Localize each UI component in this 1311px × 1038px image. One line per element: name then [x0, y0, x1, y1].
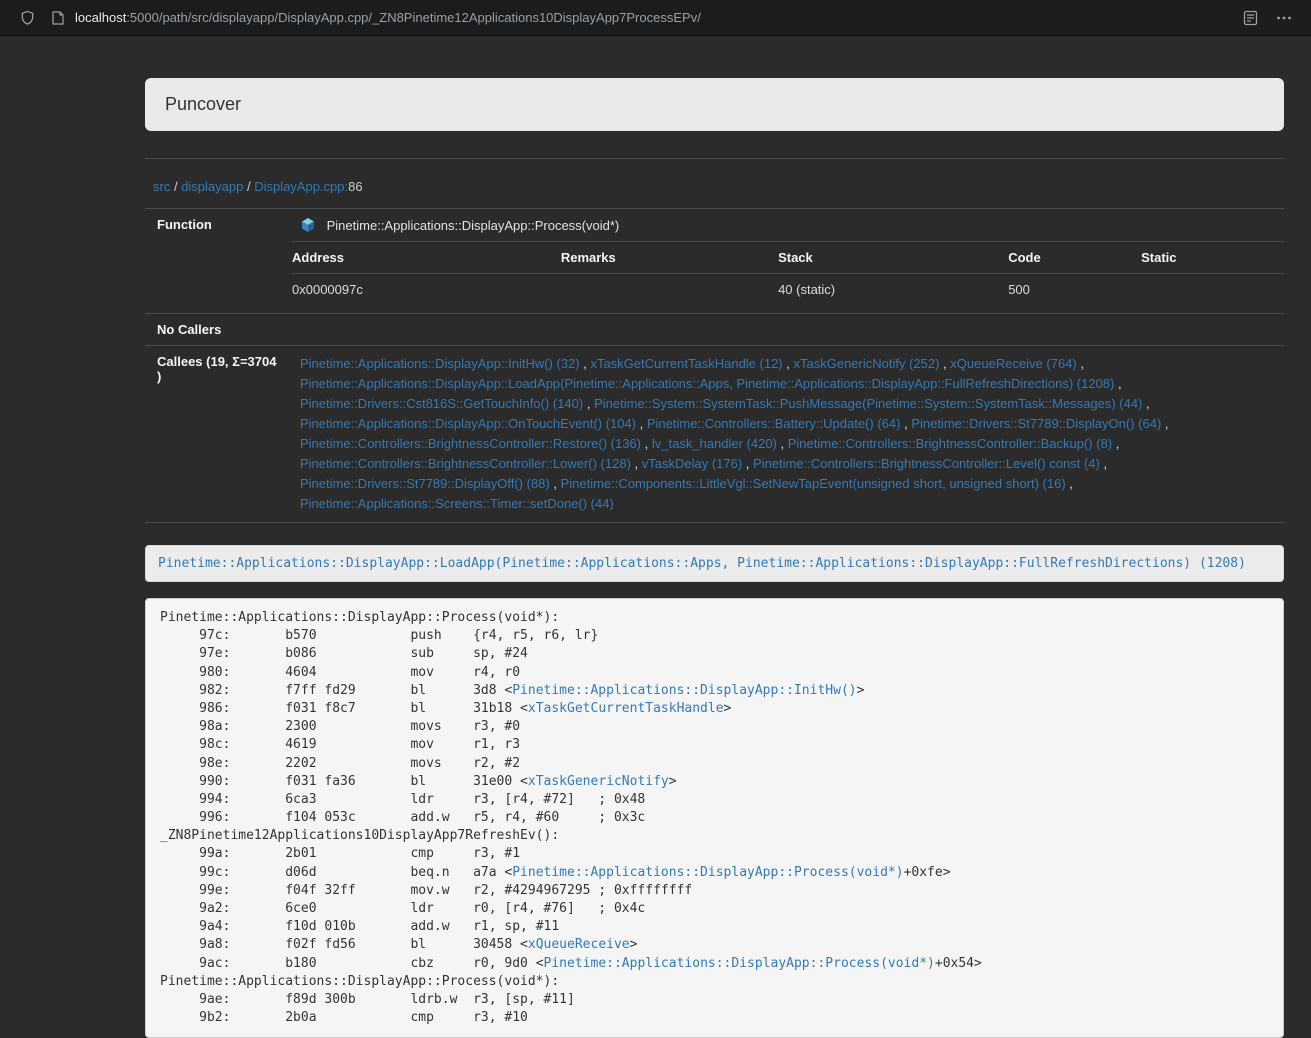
- callee-link[interactable]: Pinetime::Drivers::Cst816S::GetTouchInfo…: [300, 396, 583, 411]
- page-icon: [50, 7, 66, 29]
- menu-icon[interactable]: [1273, 7, 1295, 29]
- metrics-table: Address Remarks Stack Code Static 0x0000…: [292, 241, 1284, 305]
- callee-link[interactable]: xQueueReceive (764): [950, 356, 1076, 371]
- callee-link[interactable]: Pinetime::Controllers::BrightnessControl…: [788, 436, 1112, 451]
- column-code: Code: [1008, 242, 1141, 274]
- url-host: localhost: [75, 10, 126, 25]
- function-label: Function: [145, 209, 292, 314]
- callee-panel-heading-link[interactable]: Pinetime::Applications::DisplayApp::Load…: [158, 556, 1246, 571]
- callee-link[interactable]: Pinetime::Components::LittleVgl::SetNewT…: [561, 476, 1066, 491]
- callee-link[interactable]: xTaskGetCurrentTaskHandle (12): [590, 356, 782, 371]
- remarks-value: [561, 274, 778, 306]
- page-container: Puncover src / displayapp / DisplayApp.c…: [145, 78, 1284, 1038]
- address-value: 0x0000097c: [292, 274, 561, 306]
- metrics-header-row: Address Remarks Stack Code Static: [292, 242, 1284, 274]
- code-symbol-link[interactable]: xTaskGenericNotify: [528, 774, 669, 789]
- callee-link[interactable]: Pinetime::Applications::Screens::Timer::…: [300, 496, 614, 511]
- no-callers-row: No Callers: [145, 314, 1284, 346]
- stack-value: 40 (static): [778, 274, 1008, 306]
- column-static: Static: [1141, 242, 1284, 274]
- callee-link[interactable]: Pinetime::Applications::DisplayApp::Load…: [300, 376, 1114, 391]
- callee-link[interactable]: Pinetime::Controllers::BrightnessControl…: [300, 436, 641, 451]
- disassembly-code: Pinetime::Applications::DisplayApp::Proc…: [145, 598, 1284, 1038]
- breadcrumb-item[interactable]: src: [153, 179, 170, 194]
- callee-link[interactable]: Pinetime::Applications::DisplayApp::Init…: [300, 356, 580, 371]
- url-bar[interactable]: localhost:5000/path/src/displayapp/Displ…: [50, 7, 701, 29]
- callee-panel: Pinetime::Applications::DisplayApp::Load…: [145, 545, 1284, 582]
- callee-link[interactable]: Pinetime::Controllers::Battery::Update()…: [647, 416, 901, 431]
- breadcrumb-item[interactable]: displayapp: [181, 179, 243, 194]
- divider: [145, 158, 1284, 159]
- reader-mode-icon[interactable]: [1239, 7, 1261, 29]
- callees-list: Pinetime::Applications::DisplayApp::Init…: [292, 346, 1284, 523]
- callee-link[interactable]: Pinetime::Applications::DisplayApp::OnTo…: [300, 416, 636, 431]
- callee-link[interactable]: Pinetime::Controllers::BrightnessControl…: [753, 456, 1100, 471]
- callee-link[interactable]: Pinetime::Drivers::St7789::DisplayOff() …: [300, 476, 550, 491]
- column-stack: Stack: [778, 242, 1008, 274]
- page-title-panel: Puncover: [145, 78, 1284, 131]
- breadcrumb-item[interactable]: DisplayApp.cpp:: [254, 179, 348, 194]
- function-name: Pinetime::Applications::DisplayApp::Proc…: [327, 218, 620, 233]
- breadcrumb-separator: /: [243, 179, 254, 194]
- callee-link[interactable]: Pinetime::Drivers::St7789::DisplayOn() (…: [911, 416, 1161, 431]
- breadcrumb-item: 86: [348, 179, 362, 194]
- column-remarks: Remarks: [561, 242, 778, 274]
- code-symbol-link[interactable]: Pinetime::Applications::DisplayApp::Proc…: [512, 865, 903, 880]
- breadcrumb: src / displayapp / DisplayApp.cpp:86: [145, 179, 1284, 194]
- callee-link[interactable]: vTaskDelay (176): [642, 456, 742, 471]
- symbol-table: Function Pinetime::Applications::Display…: [145, 208, 1284, 523]
- static-value: [1141, 274, 1284, 306]
- callees-row: Callees (19, Σ=3704 ) Pinetime::Applicat…: [145, 346, 1284, 523]
- page-title: Puncover: [165, 94, 241, 114]
- code-symbol-link[interactable]: Pinetime::Applications::DisplayApp::Proc…: [544, 956, 935, 971]
- callee-link[interactable]: Pinetime::System::SystemTask::PushMessag…: [594, 396, 1142, 411]
- breadcrumb-separator: /: [170, 179, 181, 194]
- url-path: :5000/path/src/displayapp/DisplayApp.cpp…: [126, 10, 701, 25]
- code-symbol-link[interactable]: xQueueReceive: [528, 937, 630, 952]
- callee-link[interactable]: xTaskGenericNotify (252): [794, 356, 940, 371]
- callee-link[interactable]: Pinetime::Controllers::BrightnessControl…: [300, 456, 631, 471]
- metrics-value-row: 0x0000097c 40 (static) 500: [292, 274, 1284, 306]
- callee-link[interactable]: lv_task_handler (420): [652, 436, 777, 451]
- metrics-row: Address Remarks Stack Code Static 0x0000…: [145, 241, 1284, 314]
- column-address: Address: [292, 242, 561, 274]
- function-row: Function Pinetime::Applications::Display…: [145, 209, 1284, 242]
- callees-label: Callees (19, Σ=3704 ): [145, 346, 292, 523]
- code-symbol-link[interactable]: xTaskGetCurrentTaskHandle: [528, 701, 724, 716]
- url-text: localhost:5000/path/src/displayapp/Displ…: [75, 10, 701, 25]
- browser-toolbar: localhost:5000/path/src/displayapp/Displ…: [0, 0, 1311, 36]
- code-symbol-link[interactable]: Pinetime::Applications::DisplayApp::Init…: [512, 683, 856, 698]
- no-callers-label: No Callers: [145, 314, 292, 346]
- function-icon: [300, 217, 316, 233]
- no-callers-empty-cell: [292, 314, 1284, 346]
- shield-icon[interactable]: [16, 7, 38, 29]
- code-value: 500: [1008, 274, 1141, 306]
